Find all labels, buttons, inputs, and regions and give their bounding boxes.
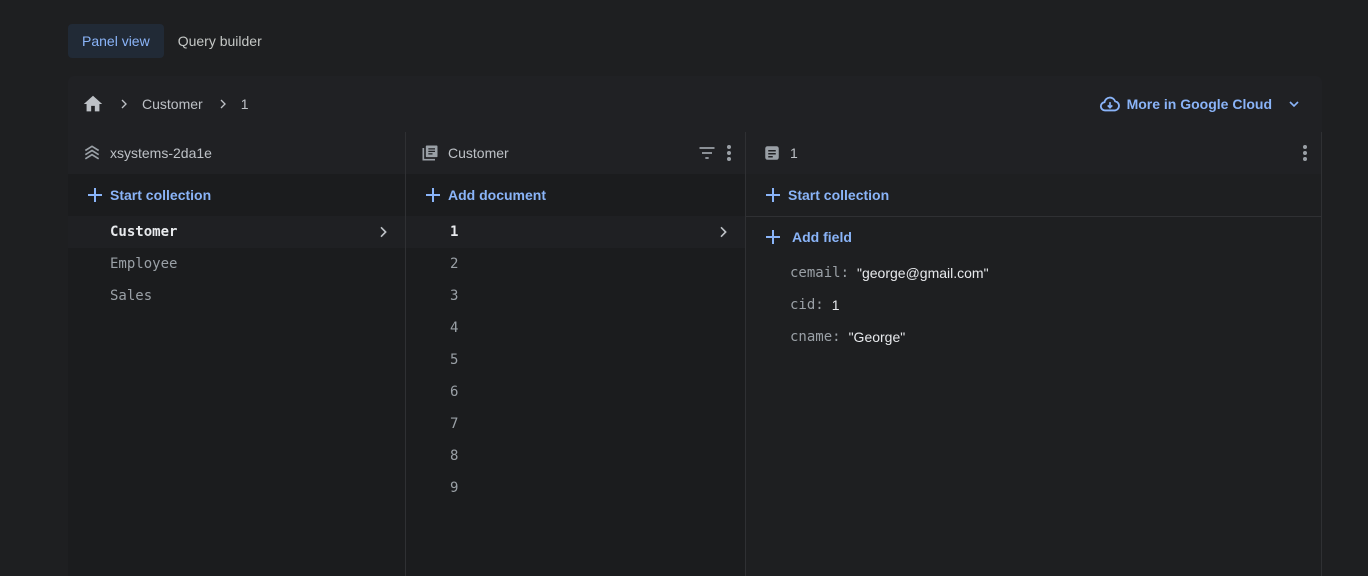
more-vert-icon[interactable] <box>725 143 733 163</box>
breadcrumb-item-document[interactable]: 1 <box>241 96 249 112</box>
field-row-cid[interactable]: cid: 1 <box>746 289 1321 321</box>
chevron-down-icon <box>1286 96 1302 112</box>
document-id: 9 <box>450 480 459 496</box>
document-id: 7 <box>450 416 459 432</box>
database-stack-icon <box>82 143 102 163</box>
collection-icon <box>420 143 440 163</box>
document-panel-body: Start collection Add field cemail: "geor… <box>746 174 1321 576</box>
collection-panel-header: Customer <box>406 132 745 174</box>
chevron-right-icon <box>715 224 731 240</box>
collection-panel-body: Add document 1 2 3 4 5 6 7 8 9 <box>406 174 745 576</box>
collection-label: Employee <box>110 256 178 272</box>
add-field-button[interactable]: Add field <box>746 217 1321 257</box>
tab-query-builder[interactable]: Query builder <box>164 24 276 58</box>
start-subcollection-button[interactable]: Start collection <box>746 174 1321 216</box>
plus-icon <box>764 228 782 246</box>
more-in-google-cloud-button[interactable]: More in Google Cloud <box>1099 90 1302 118</box>
chevron-right-icon <box>375 224 391 240</box>
filter-icon[interactable] <box>697 143 717 163</box>
field-value: "George" <box>848 329 906 345</box>
start-collection-label: Start collection <box>110 187 212 203</box>
collection-item-customer[interactable]: Customer <box>68 216 405 248</box>
field-value: 1 <box>831 297 840 313</box>
collection-item-employee[interactable]: Employee <box>68 248 405 280</box>
field-value: "george@gmail.com" <box>857 265 989 281</box>
document-panel: 1 Start collection Add field cemail: "ge… <box>745 132 1322 576</box>
document-icon <box>762 143 782 163</box>
document-id: 3 <box>450 288 459 304</box>
add-document-button[interactable]: Add document <box>406 174 745 216</box>
plus-icon <box>86 186 104 204</box>
root-panel-body: Start collection Customer Employee Sales <box>68 174 405 576</box>
document-item[interactable]: 8 <box>406 440 745 472</box>
breadcrumb: Customer 1 <box>82 93 248 115</box>
breadcrumb-bar: Customer 1 More in Google Cloud <box>68 76 1322 132</box>
root-panel-header: xsystems-2da1e <box>68 132 405 174</box>
document-id: 2 <box>450 256 459 272</box>
field-row-cemail[interactable]: cemail: "george@gmail.com" <box>746 257 1321 289</box>
document-item[interactable]: 9 <box>406 472 745 504</box>
add-document-label: Add document <box>448 187 546 203</box>
collection-label: Sales <box>110 288 153 304</box>
collection-title: Customer <box>448 145 509 161</box>
more-in-google-cloud-label: More in Google Cloud <box>1126 96 1272 112</box>
field-key: cname: <box>790 329 841 345</box>
field-key: cemail: <box>790 265 850 281</box>
view-tabs: Panel view Query builder <box>68 24 276 58</box>
add-field-label: Add field <box>792 229 852 245</box>
collection-panel: Customer Add document 1 2 3 4 5 6 7 8 9 <box>405 132 745 576</box>
document-id: 4 <box>450 320 459 336</box>
breadcrumb-item-customer[interactable]: Customer <box>142 96 203 112</box>
tab-panel-view[interactable]: Panel view <box>68 24 164 58</box>
plus-icon <box>764 186 782 204</box>
document-title: 1 <box>790 145 798 161</box>
data-viewer-card: Customer 1 More in Google Cloud xsystems… <box>68 76 1322 576</box>
cloud-icon <box>1099 93 1121 115</box>
root-panel: xsystems-2da1e Start collection Customer… <box>68 132 405 576</box>
document-panel-header: 1 <box>746 132 1321 174</box>
chevron-right-icon <box>215 96 231 112</box>
more-vert-icon[interactable] <box>1301 143 1309 163</box>
document-id: 5 <box>450 352 459 368</box>
collection-label: Customer <box>110 224 178 240</box>
field-key: cid: <box>790 297 824 313</box>
document-id: 6 <box>450 384 459 400</box>
collection-item-sales[interactable]: Sales <box>68 280 405 312</box>
start-collection-button[interactable]: Start collection <box>68 174 405 216</box>
document-item[interactable]: 7 <box>406 408 745 440</box>
plus-icon <box>424 186 442 204</box>
document-id: 8 <box>450 448 459 464</box>
document-item[interactable]: 3 <box>406 280 745 312</box>
chevron-right-icon <box>116 96 132 112</box>
document-item[interactable]: 6 <box>406 376 745 408</box>
field-row-cname[interactable]: cname: "George" <box>746 321 1321 353</box>
document-item[interactable]: 1 <box>406 216 745 248</box>
document-item[interactable]: 5 <box>406 344 745 376</box>
start-collection-label: Start collection <box>788 187 890 203</box>
home-icon[interactable] <box>82 93 104 115</box>
document-id: 1 <box>450 224 459 240</box>
document-item[interactable]: 2 <box>406 248 745 280</box>
project-title: xsystems-2da1e <box>110 145 212 161</box>
document-item[interactable]: 4 <box>406 312 745 344</box>
